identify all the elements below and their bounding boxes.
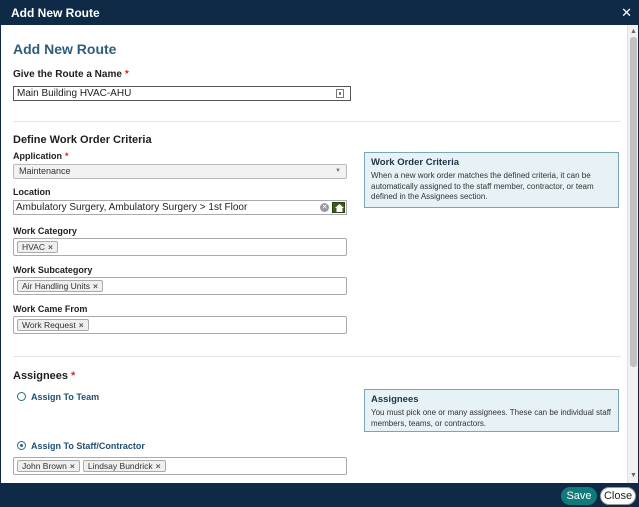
remove-tag-icon[interactable]: × (93, 281, 98, 291)
work-subcategory-label: Work Subcategory (13, 265, 93, 275)
route-name-label-text: Give the Route a Name (13, 69, 122, 80)
scroll-down-icon[interactable]: ▼ (628, 471, 639, 481)
close-button[interactable]: Close (600, 487, 636, 505)
assign-to-staff-label: Assign To Staff/Contractor (31, 441, 145, 451)
work-category-tagbox[interactable]: HVAC × (13, 238, 347, 256)
application-label: Application * (13, 151, 69, 161)
criteria-info-box: Work Order Criteria When a new work orde… (364, 152, 619, 208)
dialog-titlebar: Add New Route ✕ (1, 1, 638, 25)
assign-to-staff-radio[interactable] (17, 441, 26, 450)
vertical-scrollbar[interactable]: ▲ ▼ (627, 25, 638, 483)
tag-label: HVAC (22, 242, 45, 252)
criteria-info-text: When a new work order matches the define… (371, 171, 594, 201)
application-value: Maintenance (19, 166, 71, 176)
route-name-input[interactable]: Main Building HVAC-AHU (13, 86, 351, 101)
scroll-up-icon[interactable]: ▲ (628, 27, 639, 37)
tag-label: John Brown (22, 461, 67, 471)
home-icon[interactable] (332, 202, 345, 213)
location-label: Location (13, 187, 51, 197)
assignees-info-text: You must pick one or many assignees. The… (371, 408, 611, 428)
dialog-title: Add New Route (11, 6, 100, 20)
tag-lindsay-bundrick: Lindsay Bundrick × (82, 460, 166, 472)
tag-work-request: Work Request × (17, 319, 89, 331)
work-came-from-tagbox[interactable]: Work Request × (13, 316, 347, 334)
tag-label: Lindsay Bundrick (87, 461, 153, 471)
assignees-title-text: Assignees (13, 370, 69, 382)
dialog-footer: Save Close (1, 483, 638, 507)
assignees-tagbox[interactable]: John Brown × Lindsay Bundrick × (13, 457, 347, 475)
remove-tag-icon[interactable]: × (48, 242, 53, 252)
remove-tag-icon[interactable]: × (156, 461, 161, 471)
scrollbar-thumb[interactable] (630, 37, 637, 367)
text-field-icon (336, 89, 344, 98)
assign-to-team-option[interactable]: Assign To Team (17, 392, 99, 402)
assign-to-team-label: Assign To Team (31, 392, 100, 402)
required-mark: * (65, 151, 69, 161)
required-mark: * (71, 370, 76, 382)
route-name-value: Main Building HVAC-AHU (17, 88, 132, 99)
page-title: Add New Route (13, 41, 117, 57)
add-route-dialog: Add New Route ✕ Add New Route Give the R… (0, 0, 639, 507)
location-value: Ambulatory Surgery, Ambulatory Surgery >… (16, 202, 248, 213)
work-category-label: Work Category (13, 226, 77, 236)
application-select[interactable]: Maintenance ▼ (13, 164, 347, 179)
work-subcategory-tagbox[interactable]: Air Handling Units × (13, 277, 347, 295)
tag-label: Air Handling Units (22, 281, 91, 291)
section-divider (13, 121, 621, 122)
tag-air-handling-units: Air Handling Units × (17, 280, 103, 292)
assignees-info-title: Assignees (371, 394, 419, 405)
section-divider (13, 356, 621, 357)
tag-label: Work Request (22, 320, 76, 330)
remove-tag-icon[interactable]: × (70, 461, 75, 471)
route-name-label: Give the Route a Name * (13, 69, 129, 80)
remove-tag-icon[interactable]: × (79, 320, 84, 330)
chevron-down-icon: ▼ (335, 168, 341, 174)
location-input[interactable]: Ambulatory Surgery, Ambulatory Surgery >… (13, 200, 347, 215)
criteria-section-title: Define Work Order Criteria (13, 134, 152, 146)
assign-to-team-radio[interactable] (17, 392, 26, 401)
application-label-text: Application (13, 151, 62, 161)
assignees-info-box: Assignees You must pick one or many assi… (364, 389, 619, 432)
clear-icon[interactable]: ✕ (320, 203, 329, 212)
tag-john-brown: John Brown × (17, 460, 80, 472)
close-icon[interactable]: ✕ (621, 5, 632, 21)
save-button[interactable]: Save (561, 487, 597, 505)
criteria-info-title: Work Order Criteria (371, 157, 459, 168)
work-came-from-label: Work Came From (13, 304, 88, 314)
dialog-content: Add New Route Give the Route a Name * Mai… (1, 25, 627, 483)
assignees-section-title: Assignees * (13, 370, 75, 382)
tag-hvac: HVAC × (17, 241, 58, 253)
assign-to-staff-option[interactable]: Assign To Staff/Contractor (17, 441, 145, 451)
required-mark: * (124, 69, 129, 80)
